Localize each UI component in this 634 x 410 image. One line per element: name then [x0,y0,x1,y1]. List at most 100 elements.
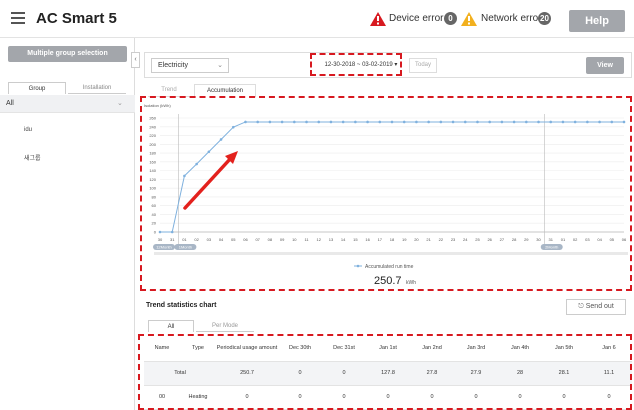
tree-item-idu[interactable]: idu [0,121,135,141]
energy-type-select[interactable]: Electricity ⌄ [151,58,229,73]
y-tick-label: 60 [152,203,157,208]
accumulation-chart: Isolation (kWh) 0 20 40 60 80 100 120 140 160 180 2… [140,98,631,290]
series-point [305,120,308,124]
x-tick-label: 19 [402,237,407,242]
legend-marker [356,264,360,268]
x-tick-label: 29 [524,237,529,242]
series-point [573,120,577,124]
x-tick-label: 03 [585,237,590,242]
series-point [415,120,418,124]
device-error-icon [370,12,386,26]
tree-item-label: 새그룹 [24,156,41,162]
main-content: Electricity ⌄ 12-30-2018 ~ 03-02-2019 ▾ … [138,38,634,410]
device-error-label[interactable]: Device error [389,13,443,24]
table-cell: 00 [144,385,180,410]
sidebar-collapse-button[interactable]: ‹ [131,52,140,68]
x-tick-label: 04 [219,237,224,242]
series-point [170,230,174,234]
stats-tab-all[interactable]: All [148,320,194,332]
table-cell: 0 [410,385,454,410]
x-tick-label: 23 [451,237,456,242]
x-tick-label: 06 [622,237,627,242]
series-point [317,120,321,124]
trend-statistics-title: Trend statistics chart [146,302,217,309]
series-point [219,138,223,141]
table-cell: 27.9 [454,361,498,386]
chart-scrollbar [154,252,628,255]
series-point [463,120,467,124]
tree-item-new-group[interactable]: 새그룹 [0,147,135,167]
table-header: Dec 31st [322,336,366,362]
series-point [402,120,406,124]
table-cell: 0 [216,385,278,410]
send-out-label: Send out [585,303,614,310]
y-tick-label: 120 [149,177,156,182]
table-cell: 27.8 [410,361,454,386]
series-point [293,120,296,124]
x-tick-label: 10 [292,237,297,242]
series-point [512,120,516,124]
chevron-down-icon: ⌄ [217,62,223,69]
table-cell: 11.1 [586,361,632,386]
x-tick-label: 04 [597,237,602,242]
series-point [244,120,247,124]
x-tick-label: 01 [182,237,187,242]
series-point [280,120,284,124]
x-tick-label: 16 [365,237,370,242]
send-out-button[interactable]: ⎋ Send out [566,299,626,315]
series-point [586,120,589,124]
x-tick-label: 02 [194,237,199,242]
y-tick-label: 220 [149,133,156,138]
series-point [195,162,198,166]
table-cell: 127.8 [366,361,410,386]
table-header-row: Name Type Periodical usage amount Dec 30… [144,336,632,362]
legend-label: Accumulated run time [365,264,414,270]
sidebar: Multiple group selection Group Installat… [0,38,135,410]
tab-installation[interactable]: Installation [68,82,126,94]
x-tick-label: 06 [243,237,248,242]
view-button[interactable]: View [586,57,624,74]
stats-tab-per-mode[interactable]: Per Mode [196,320,254,332]
series-point [598,120,601,124]
x-tick-label: 09 [280,237,285,242]
series-point [488,120,491,124]
tab-accumulation[interactable]: Accumulation [194,84,256,97]
y-tick-label: 140 [149,168,156,173]
series-point [158,230,162,234]
sidebar-tabs: Group Installation [8,82,127,94]
network-error-count-badge[interactable]: 20 [538,12,551,25]
date-range-picker[interactable]: 12-30-2018 ~ 03-02-2019 ▾ [317,58,405,73]
x-tick-label: 24 [463,237,468,242]
tab-trend[interactable]: Trend [148,84,190,97]
series-line [160,121,624,233]
chevron-down-icon[interactable]: ⌄ [117,99,123,107]
table-cell: 250.7 [216,361,278,386]
series-point [476,120,479,124]
series-point [525,120,528,124]
today-button[interactable]: Today [409,58,437,73]
hamburger-menu-icon[interactable] [11,12,25,24]
table-header: Jan 3rd [454,336,498,362]
help-button[interactable]: Help [569,10,625,32]
tab-group[interactable]: Group [8,82,66,94]
y-tick-label: 80 [152,194,157,199]
y-tick-label: 100 [149,186,156,191]
x-tick-label: 21 [426,237,431,242]
total-value: 250.7 [374,275,402,287]
chart-svg: Isolation (kWh)0204060801001201401601802… [144,103,628,287]
x-tick-label: 31 [549,237,554,242]
multiple-group-selection-button[interactable]: Multiple group selection [8,46,127,62]
network-error-label[interactable]: Network error [481,13,542,24]
series-point [256,120,259,124]
x-tick-label: 05 [610,237,615,242]
series-point [366,120,369,124]
table-cell: Total [144,361,216,386]
table-row-total: Total 250.7 0 0 127.8 27.8 27.9 28 28.1 … [144,361,632,386]
table-header: Jan 6 [586,336,632,362]
table-header: Jan 4th [498,336,542,362]
energy-type-value: Electricity [158,62,188,69]
x-tick-label: 30 [536,237,541,242]
device-error-count-badge[interactable]: 0 [444,12,457,25]
y-tick-label: 180 [149,151,156,156]
tree-item-all[interactable]: All ⌄ [0,95,135,113]
